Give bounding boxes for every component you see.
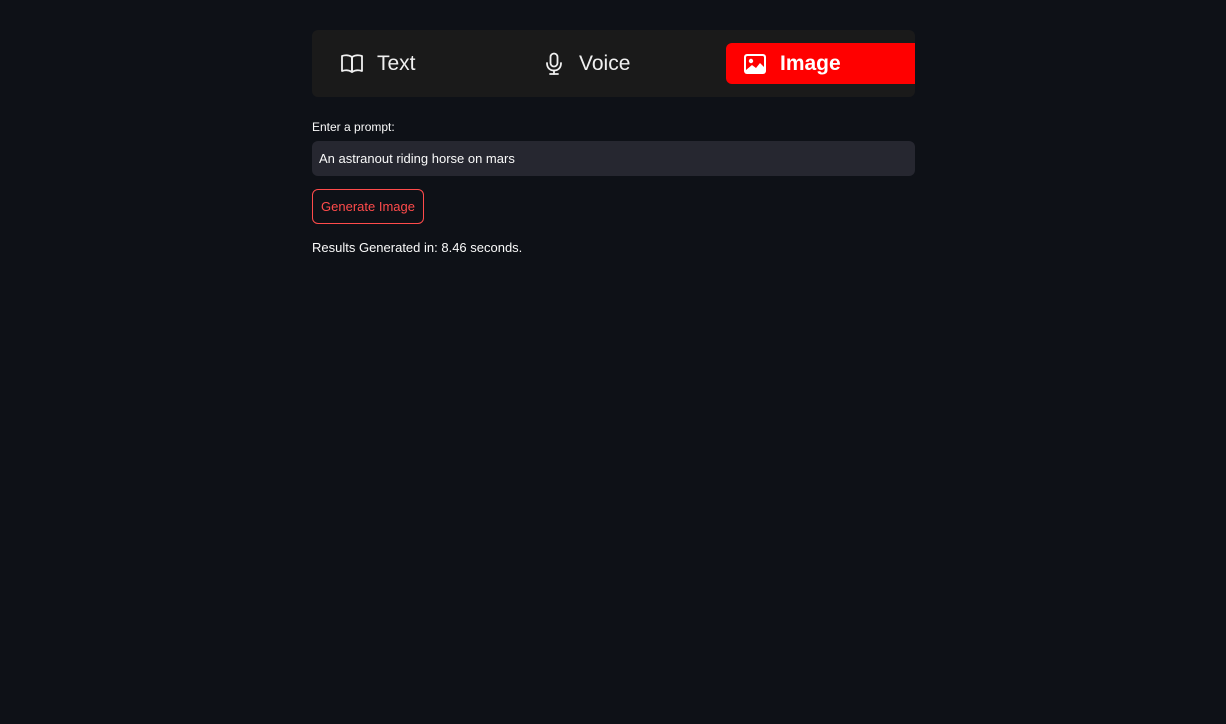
tab-text-label: Text [377, 51, 416, 75]
tab-text[interactable]: Text [340, 43, 510, 84]
tab-voice[interactable]: Voice [542, 43, 712, 84]
book-icon [340, 52, 364, 76]
microphone-icon [542, 52, 566, 76]
tab-voice-label: Voice [579, 51, 631, 75]
image-icon [743, 52, 767, 76]
mode-nav: Text Voice Image [312, 30, 915, 97]
prompt-input[interactable] [312, 141, 915, 176]
tab-image-label: Image [780, 51, 841, 75]
tab-image[interactable]: Image [726, 43, 915, 84]
result-status-text: Results Generated in: 8.46 seconds. [312, 240, 523, 255]
app-page: Text Voice Image Enter a prompt: An astr… [0, 0, 1226, 724]
prompt-label: Enter a prompt: [312, 120, 395, 134]
generate-image-button[interactable]: Generate Image [312, 189, 424, 224]
